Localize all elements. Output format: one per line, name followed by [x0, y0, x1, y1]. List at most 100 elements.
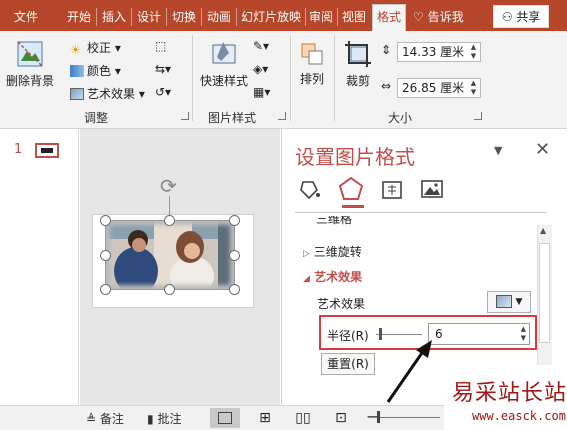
selection-frame — [105, 220, 235, 290]
active-tab-indicator — [342, 205, 364, 208]
tab-file[interactable]: 文件 — [6, 6, 46, 28]
picture-border-icon[interactable]: ✎▾ — [253, 39, 269, 53]
quick-styles-button[interactable]: 快速样式 — [195, 39, 253, 89]
size-launcher-icon[interactable] — [474, 112, 482, 120]
correction-button[interactable]: ☀ 校正 ▾ — [70, 39, 121, 57]
compress-pictures-icon[interactable]: ⬚ — [155, 39, 166, 53]
tab-home[interactable]: 开始 — [64, 6, 94, 28]
adjust-group-label: 调整 — [84, 111, 109, 125]
sun-icon: ☀ — [70, 43, 81, 57]
resize-handle-bottom-right[interactable] — [229, 284, 240, 295]
share-button[interactable]: ⚇ 共享 — [493, 5, 549, 28]
color-button[interactable]: 颜色 ▾ — [70, 62, 121, 79]
watermark: 易采站长站 www.easck.com — [444, 369, 567, 430]
pane-close-icon[interactable]: ✕ — [535, 139, 550, 160]
slide-thumbnail-pane: 1 — [0, 129, 79, 405]
reading-view-icon[interactable]: ▯▯ — [288, 408, 318, 428]
height-spinner-arrows[interactable]: ▲ ▼ — [469, 43, 478, 61]
slide-number: 1 — [14, 142, 23, 157]
scroll-up-icon[interactable]: ▲ — [540, 226, 546, 235]
artistic-effect-preview-icon — [495, 295, 512, 308]
zoom-slider-track[interactable] — [380, 417, 440, 418]
notes-icon: ≜ — [86, 412, 97, 426]
artistic-effects-button[interactable]: 艺术效果 ▾ — [70, 85, 145, 102]
dropdown-arrow-icon: ▼ — [515, 297, 523, 307]
size-group-label: 大小 — [388, 111, 413, 125]
tab-view[interactable]: 视图 — [339, 6, 369, 28]
width-spinner-arrows[interactable]: ▲ ▼ — [469, 79, 478, 97]
zoom-slider-thumb[interactable] — [377, 411, 380, 423]
tab-format[interactable]: 格式 — [372, 4, 406, 31]
remove-background-label: 删除背景 — [5, 74, 54, 88]
reset-picture-icon[interactable]: ↺▾ — [155, 85, 171, 99]
tab-transitions[interactable]: 切换 — [169, 6, 199, 28]
watermark-text: 易采站长站 — [452, 381, 567, 406]
width-icon: ⇔ — [381, 79, 392, 93]
expand-arrow-icon: ▷ — [303, 249, 310, 259]
effects-tab-icon[interactable] — [338, 176, 364, 205]
tab-animations[interactable]: 动画 — [204, 6, 234, 28]
resize-handle-right[interactable] — [229, 250, 240, 261]
pane-options-dropdown-icon[interactable]: ▼ — [494, 144, 502, 157]
watermark-url: www.easck.com — [472, 409, 566, 423]
resize-handle-left[interactable] — [100, 250, 111, 261]
thumbnail-picture — [41, 148, 53, 153]
pane-title: 设置图片格式 — [295, 145, 415, 169]
picture-styles-group-label: 图片样式 — [208, 111, 257, 125]
quick-styles-label: 快速样式 — [199, 74, 248, 88]
ribbon-body: 删除背景 ☀ 校正 ▾ 颜色 ▾ 艺术效果 ▾ ⬚ ⇆▾ ↺▾ 调整 快速样式 ✎… — [0, 31, 567, 129]
rotate-handle-icon[interactable]: ⟳ — [160, 176, 177, 196]
tab-insert[interactable]: 插入 — [99, 6, 129, 28]
resize-handle-top-right[interactable] — [229, 215, 240, 226]
height-spinner[interactable]: 14.33 厘米 ▲ ▼ — [397, 42, 481, 62]
size-properties-tab-icon[interactable] — [381, 178, 403, 203]
tell-me-box[interactable]: ♡ 告诉我 — [413, 6, 475, 28]
tab-slideshow[interactable]: 幻灯片放映 — [239, 6, 303, 28]
adjust-launcher-icon[interactable] — [181, 112, 189, 120]
slideshow-view-icon[interactable]: ⊡ — [326, 408, 356, 428]
lightbulb-icon: ♡ — [413, 10, 424, 24]
resize-handle-top-left[interactable] — [100, 215, 111, 226]
picture-layout-icon[interactable]: ▦▾ — [253, 85, 270, 99]
section-artistic-effects[interactable]: ◢ 艺术效果 — [303, 268, 362, 285]
picture-tab-icon[interactable] — [421, 178, 443, 203]
section-3d-format[interactable]: 三维格式 — [304, 216, 352, 225]
resize-handle-bottom-left[interactable] — [100, 284, 111, 295]
picture-styles-launcher-icon[interactable] — [278, 112, 286, 120]
pane-tabs-divider — [295, 212, 547, 213]
resize-handle-top[interactable] — [164, 215, 175, 226]
notes-button[interactable]: ≜ 备注 — [86, 410, 124, 427]
tab-design[interactable]: 设计 — [134, 6, 164, 28]
section-3d-rotation[interactable]: ▷ 三维旋转 — [303, 243, 362, 260]
slide-thumbnail[interactable] — [35, 143, 59, 158]
artistic-effect-label: 艺术效果 — [317, 297, 366, 311]
tab-review[interactable]: 审阅 — [307, 6, 335, 28]
arrange-button[interactable]: 排列 — [294, 41, 330, 87]
scroll-thumb[interactable] — [539, 243, 550, 343]
normal-view-button[interactable] — [210, 408, 240, 428]
remove-background-icon — [17, 41, 43, 67]
reset-button[interactable]: 重置(R) — [321, 353, 375, 375]
color-icon — [70, 65, 84, 77]
fill-line-tab-icon[interactable] — [298, 178, 322, 203]
pane-scrollbar[interactable]: ▲ — [537, 225, 552, 365]
annotation-arrow — [386, 340, 432, 403]
artistic-effect-gallery-button[interactable]: ▼ — [487, 291, 531, 313]
comments-button[interactable]: ▮ 批注 — [147, 410, 181, 427]
picture-effects-icon[interactable]: ◈▾ — [253, 62, 268, 76]
comment-icon: ▮ — [147, 412, 154, 426]
remove-background-button[interactable]: 删除背景 — [4, 39, 56, 89]
crop-label: 裁剪 — [345, 74, 370, 88]
slide-sorter-icon[interactable]: ⊞ — [250, 408, 280, 428]
ribbon-tab-bar: 文件 开始 插入 设计 切换 动画 幻灯片放映 审阅 视图 格式 ♡ 告诉我 — [0, 0, 567, 31]
normal-view-icon — [218, 412, 232, 424]
artistic-effects-icon — [70, 88, 84, 100]
width-spinner[interactable]: 26.85 厘米 ▲ ▼ — [397, 78, 481, 98]
change-picture-icon[interactable]: ⇆▾ — [155, 62, 171, 76]
arrange-label: 排列 — [299, 72, 324, 86]
person-icon: ⚇ — [501, 10, 513, 24]
collapse-arrow-icon: ◢ — [303, 274, 310, 284]
height-icon: ⇕ — [381, 43, 392, 57]
crop-button[interactable]: 裁剪 — [338, 39, 378, 89]
resize-handle-bottom[interactable] — [164, 284, 175, 295]
